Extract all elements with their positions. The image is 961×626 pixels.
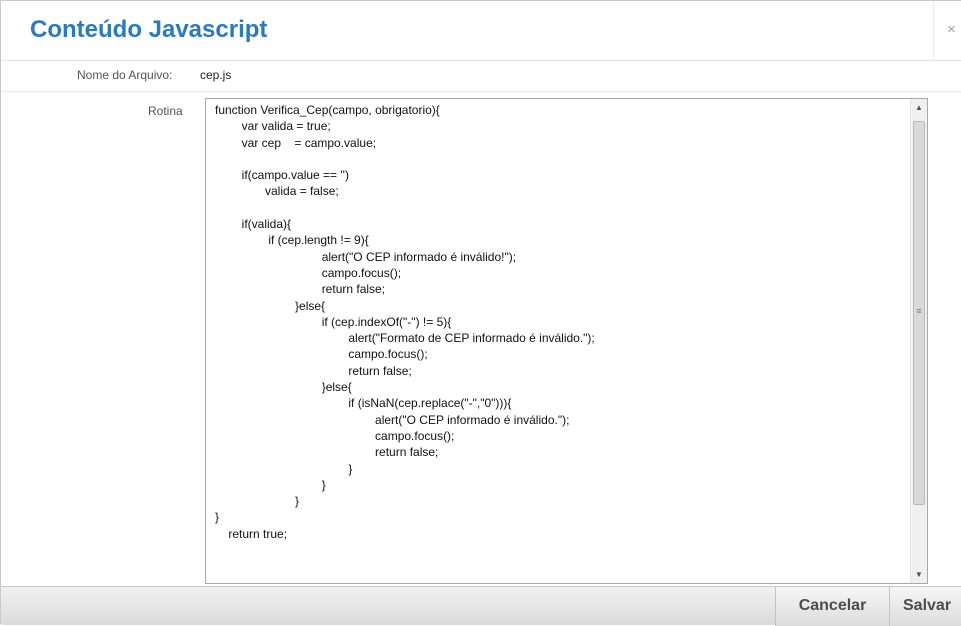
save-button[interactable]: Salvar: [889, 587, 961, 626]
routine-code-editor[interactable]: function Verifica_Cep(campo, obrigatorio…: [205, 98, 928, 584]
routine-code-text[interactable]: function Verifica_Cep(campo, obrigatorio…: [215, 102, 595, 542]
header-divider: [933, 1, 934, 60]
cancel-button[interactable]: Cancelar: [775, 587, 889, 626]
dialog-footer: Cancelar Salvar: [1, 586, 961, 626]
close-icon[interactable]: ×: [947, 21, 956, 38]
scroll-grip-icon: ≡: [916, 306, 922, 316]
scroll-down-arrow-icon[interactable]: ▼: [911, 566, 927, 583]
scroll-thumb[interactable]: ≡: [913, 121, 925, 505]
javascript-content-dialog: Conteúdo Javascript × Nome do Arquivo: c…: [0, 0, 961, 626]
filename-value: cep.js: [200, 68, 232, 82]
field-divider: [1, 91, 961, 92]
vertical-scrollbar[interactable]: ▲ ≡ ▼: [910, 99, 927, 583]
routine-label: Rotina: [148, 104, 183, 118]
dialog-header: Conteúdo Javascript ×: [1, 1, 961, 61]
scroll-up-arrow-icon[interactable]: ▲: [911, 99, 927, 116]
dialog-title: Conteúdo Javascript: [30, 16, 268, 43]
filename-label: Nome do Arquivo:: [77, 68, 173, 82]
